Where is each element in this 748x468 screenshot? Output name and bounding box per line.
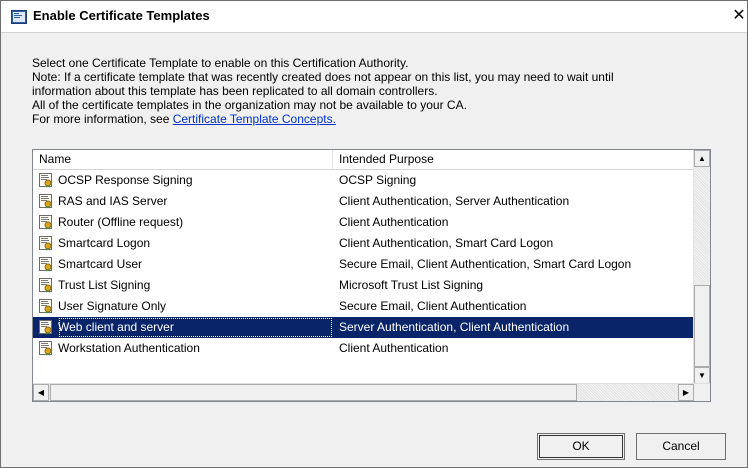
availability-line: All of the certificate templates in the …: [32, 98, 467, 112]
close-button[interactable]: ✕: [731, 6, 747, 26]
intended-purpose: Client Authentication, Smart Card Logon: [339, 236, 554, 250]
column-header-name[interactable]: Name: [33, 150, 333, 169]
template-name: Workstation Authentication: [58, 341, 200, 355]
list-rows: OCSP Response Signing OCSP Signing RAS and…: [33, 170, 695, 359]
template-name: Smartcard User: [58, 257, 143, 271]
list-header: Name Intended Purpose: [33, 150, 695, 170]
certificate-template-icon: [38, 278, 54, 293]
intended-purpose: Server Authentication, Client Authentica…: [339, 320, 570, 334]
table-row[interactable]: Smartcard User Secure Email, Client Authe…: [33, 254, 695, 275]
table-row[interactable]: Web client and server Server Authenticati…: [33, 317, 695, 338]
template-name: OCSP Response Signing: [58, 173, 193, 187]
intended-purpose: Client Authentication: [339, 341, 449, 355]
scroll-down-button[interactable]: ▼: [694, 367, 710, 384]
certificate-template-icon: [38, 173, 54, 188]
certificate-template-icon: [38, 194, 54, 209]
instructions: Select one Certificate Template to enabl…: [32, 56, 732, 126]
vertical-scrollbar[interactable]: ▲ ▼: [693, 150, 710, 384]
note-line: Note: If a certificate template that was…: [32, 70, 614, 84]
certificate-template-concepts-link[interactable]: Certificate Template Concepts.: [173, 112, 336, 126]
certificate-template-icon: [38, 320, 54, 335]
cancel-button[interactable]: Cancel: [636, 433, 726, 460]
more-info-line: For more information, see Certificate Te…: [32, 112, 732, 126]
scroll-up-button[interactable]: ▲: [694, 150, 710, 167]
horizontal-scroll-thumb[interactable]: [50, 384, 577, 401]
table-row[interactable]: OCSP Response Signing OCSP Signing: [33, 170, 695, 191]
column-header-intended-purpose[interactable]: Intended Purpose: [333, 150, 695, 169]
note-line-continued: information about this template has been…: [32, 84, 438, 98]
table-row[interactable]: Trust List Signing Microsoft Trust List S…: [33, 275, 695, 296]
template-name: Web client and server: [58, 317, 333, 338]
dialog-title: Enable Certificate Templates: [33, 8, 210, 23]
table-row[interactable]: Workstation Authentication Client Authent…: [33, 338, 695, 359]
table-row[interactable]: Smartcard Logon Client Authentication, Sm…: [33, 233, 695, 254]
template-name: Trust List Signing: [58, 278, 151, 292]
more-info-prefix: For more information, see: [32, 112, 173, 126]
certificate-template-icon: [38, 341, 54, 356]
certificate-template-icon: [38, 257, 54, 272]
intended-purpose: Client Authentication: [339, 215, 449, 229]
template-name: User Signature Only: [58, 299, 167, 313]
horizontal-scrollbar[interactable]: ◀ ▶: [33, 383, 710, 401]
table-row[interactable]: User Signature Only Secure Email, Client …: [33, 296, 695, 317]
intended-purpose: Microsoft Trust List Signing: [339, 278, 484, 292]
certificate-template-icon: [38, 236, 54, 251]
certificate-templates-list[interactable]: Name Intended Purpose OCSP Response Sign…: [32, 149, 711, 402]
instruction-line: Select one Certificate Template to enabl…: [32, 56, 409, 70]
vertical-scroll-thumb[interactable]: [694, 285, 710, 367]
scroll-left-button[interactable]: ◀: [33, 384, 49, 401]
intended-purpose: OCSP Signing: [339, 173, 417, 187]
ok-button[interactable]: OK: [537, 433, 625, 460]
window-app-icon: [11, 10, 27, 24]
certificate-template-icon: [38, 299, 54, 314]
title-bar[interactable]: Enable Certificate Templates ✕: [1, 1, 747, 33]
intended-purpose: Client Authentication, Server Authentica…: [339, 194, 570, 208]
intended-purpose: Secure Email, Client Authentication: [339, 299, 527, 313]
table-row[interactable]: Router (Offline request) Client Authentic…: [33, 212, 695, 233]
certificate-template-icon: [38, 215, 54, 230]
template-name: Router (Offline request): [58, 215, 184, 229]
template-name: Smartcard Logon: [58, 236, 151, 250]
scrollbar-corner: [694, 384, 710, 401]
scroll-right-button[interactable]: ▶: [678, 384, 694, 401]
template-name: RAS and IAS Server: [58, 194, 168, 208]
intended-purpose: Secure Email, Client Authentication, Sma…: [339, 257, 632, 271]
enable-certificate-templates-dialog: Enable Certificate Templates ✕ Select on…: [0, 0, 748, 468]
table-row[interactable]: RAS and IAS Server Client Authentication,…: [33, 191, 695, 212]
